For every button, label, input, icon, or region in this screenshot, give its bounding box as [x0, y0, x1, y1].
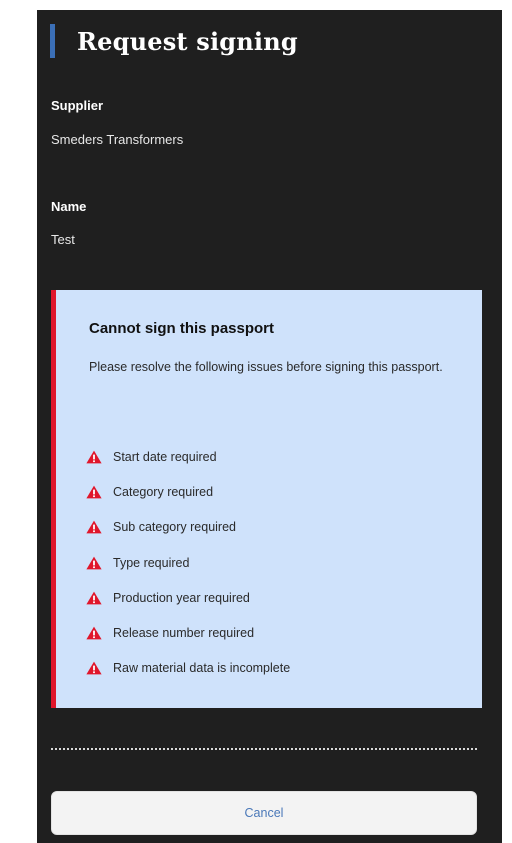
alert-title: Cannot sign this passport — [89, 320, 275, 337]
supplier-label: Supplier — [51, 98, 104, 113]
warning-triangle-icon — [86, 450, 102, 464]
name-value: Test — [51, 232, 75, 247]
issue-text: Category required — [113, 484, 214, 499]
issue-item: Production year required — [86, 580, 290, 615]
cancel-button[interactable]: Cancel — [51, 791, 477, 835]
title-accent-bar — [50, 24, 55, 58]
issue-text: Raw material data is incomplete — [113, 661, 291, 676]
issue-text: Production year required — [113, 590, 250, 605]
cannot-sign-alert: Cannot sign this passport Please resolve… — [51, 290, 482, 708]
issue-text: Type required — [113, 555, 190, 570]
issue-item: Raw material data is incomplete — [86, 651, 290, 686]
issue-text: Sub category required — [113, 520, 236, 535]
issue-item: Sub category required — [86, 510, 290, 545]
dialog-header: Request signing — [50, 24, 298, 58]
issue-item: Category required — [86, 474, 290, 509]
warning-triangle-icon — [86, 591, 102, 605]
request-signing-dialog: Request signing Supplier Smeders Transfo… — [37, 10, 502, 843]
issue-item: Type required — [86, 545, 290, 580]
name-label: Name — [51, 199, 87, 214]
issue-list: Start date required Category required Sub … — [86, 439, 290, 686]
warning-triangle-icon — [86, 556, 102, 569]
alert-description: Please resolve the following issues befo… — [89, 360, 443, 374]
dialog-title: Request signing — [77, 26, 298, 56]
issue-text: Release number required — [113, 626, 255, 641]
dotted-divider — [51, 748, 477, 750]
issue-text: Start date required — [113, 449, 217, 464]
warning-triangle-icon — [86, 520, 102, 534]
supplier-value: Smeders Transformers — [51, 132, 184, 147]
warning-triangle-icon — [86, 485, 102, 499]
issue-item: Release number required — [86, 615, 290, 650]
issue-item: Start date required — [86, 439, 290, 474]
warning-triangle-icon — [86, 626, 102, 640]
warning-triangle-icon — [86, 662, 102, 675]
